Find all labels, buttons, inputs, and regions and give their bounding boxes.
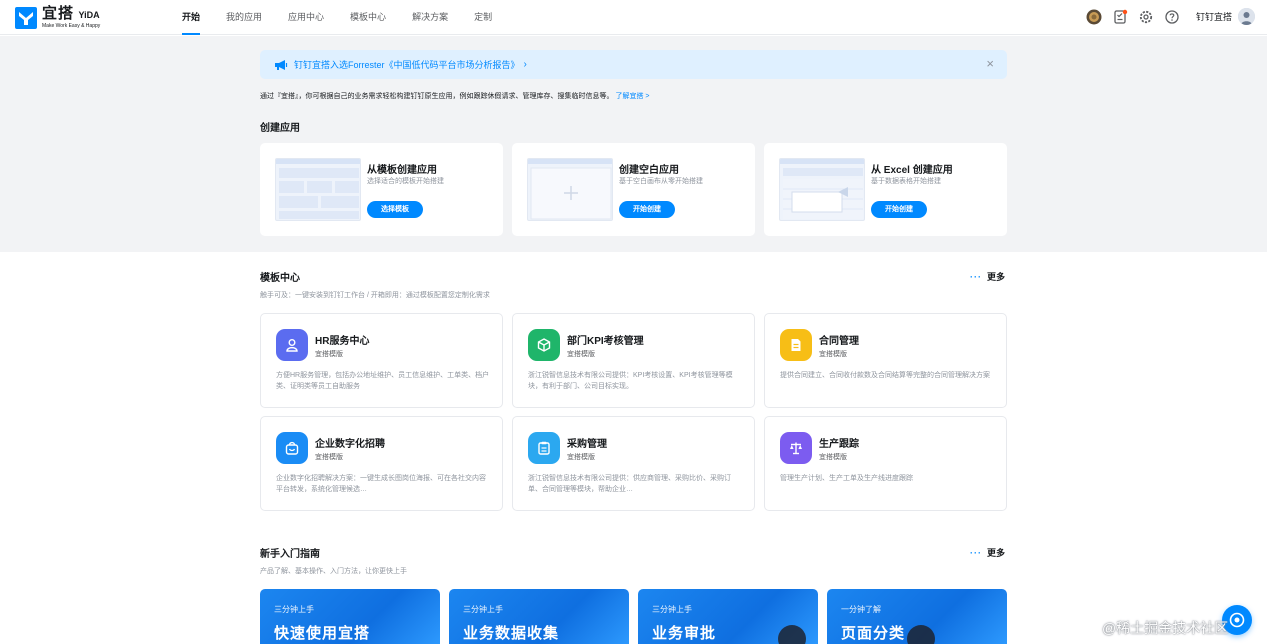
template-name: 生产跟踪 [819,439,859,450]
template-name: 部门KPI考核管理 [567,336,644,347]
template-tag: 宜搭模版 [819,351,847,358]
nav-solutions[interactable]: 解决方案 [412,0,448,35]
help-icon[interactable] [1164,9,1180,25]
more-dots-icon: ··· [970,272,982,282]
template-desc: 方便HR服务管理，包括办公地址维护、员工信息维护、工单类、档户类、证明类等员工自… [276,372,490,390]
template-center-subtitle: 触手可及：一键安装到钉钉工作台 / 开箱即用：通过模板配置您定制化需求 [260,292,490,299]
template-preview-illustration [275,158,361,221]
main-nav: 开始 我的应用 应用中心 模板中心 解决方案 定制 [182,0,518,35]
assistant-icon [1229,612,1245,628]
blank-canvas-illustration [527,158,613,221]
learn-more-link[interactable]: 了解宜搭 > [615,93,649,100]
guide-card-title: 快速使用宜搭 [274,625,371,642]
template-card-contract[interactable]: 合同管理 宜搭模版 提供合同建立、合同收付款数及合同结算等完整的合同管理解决方案 [764,313,1007,408]
announcement-banner[interactable]: 钉钉宜搭入选Forrester《中国低代码平台市场分析报告》 › × [260,50,1007,79]
template-tag: 宜搭模版 [567,454,595,461]
guide-card-sub: 三分钟上手 [652,605,692,614]
nav-custom[interactable]: 定制 [474,0,492,35]
template-tag: 宜搭模版 [567,351,595,358]
template-card-hr[interactable]: HR服务中心 宜搭模版 方便HR服务管理，包括办公地址维护、员工信息维护、工单类… [260,313,503,408]
template-center-title: 模板中心 [260,273,300,284]
template-tag: 宜搭模版 [315,454,343,461]
create-from-excel-card[interactable]: 从 Excel 创建应用 基于数据表格开始搭建 开始创建 [764,143,1007,236]
template-tag: 宜搭模版 [819,454,847,461]
guide-card-page-category[interactable]: 一分钟了解 页面分类 [827,589,1007,644]
announcement-text[interactable]: 钉钉宜搭入选Forrester《中国低代码平台市场分析报告》 [294,58,520,71]
document-icon [780,329,812,361]
create-card-desc: 基于数据表格开始搭建 [871,178,941,185]
nav-start[interactable]: 开始 [182,0,201,35]
create-card-title: 创建空白应用 [619,165,679,176]
start-create-button[interactable]: 开始创建 [871,201,927,218]
create-from-template-card[interactable]: 从模板创建应用 选择适合的模板开始搭建 选择模板 [260,143,503,236]
more-label: 更多 [987,548,1006,558]
guide-subtitle: 产品了解、基本操作、入门方法，让你更快上手 [260,568,407,575]
template-name: HR服务中心 [315,336,370,347]
box-icon [528,329,560,361]
template-desc: 企业数字化招聘解决方案：一键生成长图岗位海报、可在各社交内容平台转发，系统化管理… [276,475,486,493]
create-card-title: 从模板创建应用 [367,165,437,176]
user-name[interactable]: 钉钉宜搭 [1196,10,1232,23]
play-icon[interactable] [778,625,806,644]
template-card-recruit[interactable]: 企业数字化招聘 宜搭模版 企业数字化招聘解决方案：一键生成长图岗位海报、可在各社… [260,416,503,511]
template-desc: 提供合同建立、合同收付款数及合同结算等完整的合同管理解决方案 [780,372,990,379]
create-app-title: 创建应用 [260,123,300,134]
template-name: 合同管理 [819,336,859,347]
guide-title: 新手入门指南 [260,549,320,560]
close-icon[interactable]: × [986,57,994,70]
template-name: 企业数字化招聘 [315,439,385,450]
guide-card-sub: 三分钟上手 [463,605,503,614]
template-desc: 浙江锐智信息技术有限公司提供：供应商管理、采购比价、采购订单、合同管理等模块，帮… [528,475,731,493]
start-create-button[interactable]: 开始创建 [619,201,675,218]
template-desc: 浙江锐智信息技术有限公司提供：KPI考核设置、KPI考核管理等模块，有利于部门、… [528,372,733,390]
top-header: 宜搭 YiDA Make Work Easy & Happy 开始 我的应用 应… [0,0,1267,35]
excel-import-illustration [779,158,865,221]
coin-icon[interactable] [1086,9,1102,25]
create-card-desc: 选择适合的模板开始搭建 [367,178,444,185]
create-card-title: 从 Excel 创建应用 [871,165,953,176]
nav-my-apps[interactable]: 我的应用 [226,0,262,35]
more-dots-icon: ··· [970,548,982,558]
todo-icon[interactable] [1112,9,1128,25]
watermark: @稀土掘金技术社区 [1102,620,1229,636]
template-card-procurement[interactable]: 采购管理 宜搭模版 浙江锐智信息技术有限公司提供：供应商管理、采购比价、采购订单… [512,416,755,511]
chevron-right-icon: › [523,59,527,70]
guide-card-sub: 一分钟了解 [841,605,881,614]
yida-logo-icon [15,6,37,29]
guide-card-data-collect[interactable]: 三分钟上手 业务数据收集 [449,589,629,644]
play-icon[interactable] [907,625,935,644]
guide-more-link[interactable]: ··· 更多 [970,546,1005,559]
create-card-desc: 基于空白画布从零开始搭建 [619,178,703,185]
logo-slogan: Make Work Easy & Happy [42,23,101,29]
intro-text: 通过『宜搭』，你可根据自己的业务需求轻松构建钉钉原生应用，例如跟踪休假请求、管理… [260,91,650,101]
guide-card-approval[interactable]: 三分钟上手 业务审批 [638,589,818,644]
template-name: 采购管理 [567,439,607,450]
yida-logo[interactable]: 宜搭 YiDA Make Work Easy & Happy [15,6,100,29]
logo-name-en: YiDA [78,10,100,20]
guide-card-sub: 三分钟上手 [274,605,314,614]
more-label: 更多 [987,272,1006,282]
scale-icon [780,432,812,464]
logo-name-cn: 宜搭 [42,5,75,22]
templates-more-link[interactable]: ··· 更多 [970,270,1005,283]
guide-card-title: 页面分类 [841,625,906,642]
template-desc: 管理生产计划、生产工单及生产线进度跟踪 [780,475,913,482]
create-blank-app-card[interactable]: 创建空白应用 基于空白画布从零开始搭建 开始创建 [512,143,755,236]
choose-template-button[interactable]: 选择模板 [367,201,423,218]
guide-card-title: 业务数据收集 [463,625,560,642]
bag-icon [276,432,308,464]
intro-description: 通过『宜搭』，你可根据自己的业务需求轻松构建钉钉原生应用，例如跟踪休假请求、管理… [260,93,614,100]
avatar[interactable] [1238,8,1255,25]
guide-card-quick-start[interactable]: 三分钟上手 快速使用宜搭 [260,589,440,644]
person-icon [276,329,308,361]
template-tag: 宜搭模版 [315,351,343,358]
nav-template-center[interactable]: 模板中心 [350,0,386,35]
template-card-kpi[interactable]: 部门KPI考核管理 宜搭模版 浙江锐智信息技术有限公司提供：KPI考核设置、KP… [512,313,755,408]
nav-app-center[interactable]: 应用中心 [288,0,324,35]
megaphone-icon [274,59,288,71]
guide-card-title: 业务审批 [652,625,717,642]
clipboard-icon [528,432,560,464]
template-card-production[interactable]: 生产跟踪 宜搭模版 管理生产计划、生产工单及生产线进度跟踪 [764,416,1007,511]
gear-icon[interactable] [1138,9,1154,25]
